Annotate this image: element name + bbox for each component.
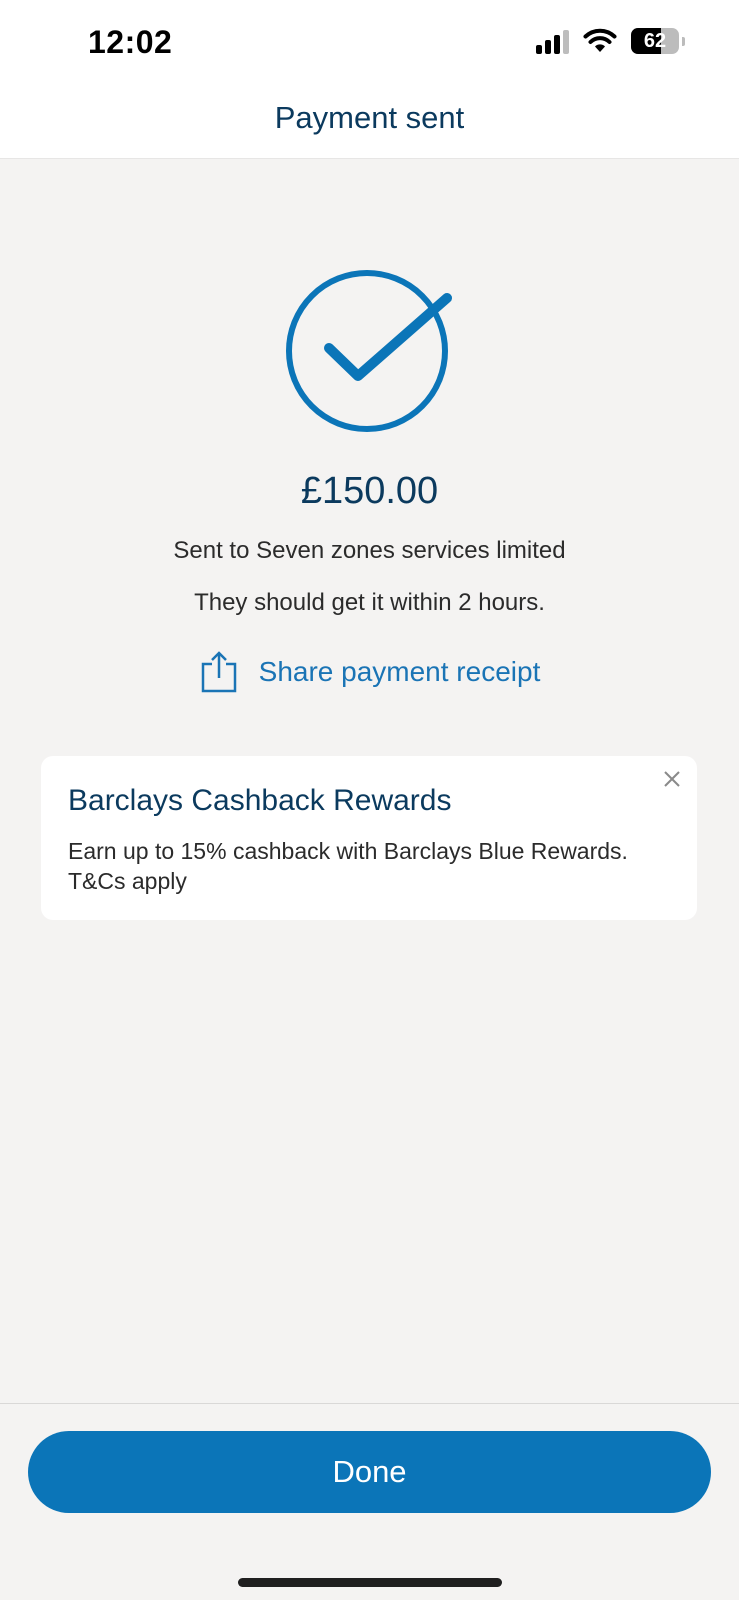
close-icon[interactable] <box>661 768 683 790</box>
home-indicator <box>238 1578 502 1587</box>
share-receipt-button[interactable]: Share payment receipt <box>0 650 739 694</box>
recipient-text: Sent to Seven zones services limited <box>173 537 566 564</box>
signal-icon <box>536 28 569 54</box>
done-button[interactable]: Done <box>28 1431 711 1513</box>
checkmark-circle-icon <box>286 270 452 432</box>
status-time: 12:02 <box>88 24 173 60</box>
share-icon <box>201 651 236 693</box>
payment-amount: £150.00 <box>300 470 439 512</box>
battery-icon: 62 <box>631 28 685 54</box>
share-receipt-label: Share payment receipt <box>258 656 541 687</box>
footer-divider <box>0 1403 739 1404</box>
wifi-icon <box>583 28 617 52</box>
battery-level: 62 <box>631 28 679 54</box>
status-icons: 62 <box>536 28 685 54</box>
page-title: Payment sent <box>274 100 465 135</box>
promo-text: Earn up to 15% cashback with Barclays Bl… <box>68 838 628 894</box>
promo-title: Barclays Cashback Rewards <box>68 784 452 817</box>
header: Payment sent <box>0 90 739 159</box>
eta-text: They should get it within 2 hours. <box>194 589 545 616</box>
cashback-promo-card[interactable]: Barclays Cashback Rewards Earn up to 15%… <box>41 756 697 920</box>
status-bar: 12:02 62 <box>0 0 739 90</box>
